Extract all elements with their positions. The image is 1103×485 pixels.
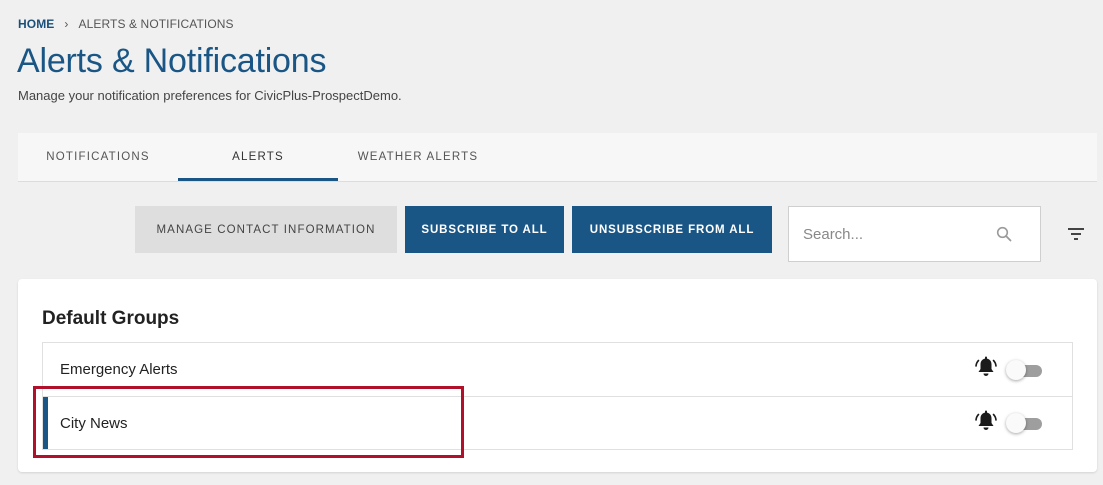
breadcrumb-current: ALERTS & NOTIFICATIONS	[78, 17, 234, 31]
group-label: Emergency Alerts	[60, 361, 178, 378]
filter-icon[interactable]	[1068, 227, 1084, 245]
row-controls	[974, 343, 1044, 396]
tab-alerts[interactable]: ALERTS	[178, 133, 338, 181]
tab-weather-alerts[interactable]: WEATHER ALERTS	[338, 133, 498, 181]
card-title: Default Groups	[42, 308, 180, 329]
group-row-emergency-alerts[interactable]: Emergency Alerts	[43, 343, 1072, 396]
emergency-alerts-toggle[interactable]	[1006, 359, 1044, 381]
city-news-toggle[interactable]	[1006, 412, 1044, 434]
page-title: Alerts & Notifications	[17, 42, 327, 80]
row-controls	[974, 397, 1044, 449]
default-groups-card: Default Groups Emergency Alerts City New…	[18, 279, 1097, 472]
group-list: Emergency Alerts City News	[42, 342, 1073, 450]
unsubscribe-from-all-button[interactable]: UNSUBSCRIBE FROM ALL	[572, 206, 772, 253]
manage-contact-information-button[interactable]: MANAGE CONTACT INFORMATION	[135, 206, 397, 253]
subscribe-to-all-button[interactable]: SUBSCRIBE TO ALL	[405, 206, 564, 253]
toggle-knob	[1006, 413, 1026, 433]
breadcrumb: HOME › ALERTS & NOTIFICATIONS	[18, 17, 234, 31]
breadcrumb-separator-icon: ›	[64, 17, 69, 31]
page-subtitle: Manage your notification preferences for…	[18, 88, 402, 103]
group-label: City News	[60, 414, 128, 432]
group-row-city-news[interactable]: City News	[43, 396, 1072, 449]
alerts-page: HOME › ALERTS & NOTIFICATIONS Alerts & N…	[0, 0, 1103, 485]
search-icon[interactable]	[996, 226, 1012, 247]
toggle-knob	[1006, 359, 1026, 380]
bell-alert-icon	[974, 356, 998, 383]
search-input[interactable]	[801, 224, 995, 244]
bell-alert-icon	[974, 410, 998, 437]
search-box	[788, 206, 1041, 262]
tab-notifications[interactable]: NOTIFICATIONS	[18, 133, 178, 181]
tab-bar: NOTIFICATIONS ALERTS WEATHER ALERTS	[18, 133, 1097, 182]
breadcrumb-home-link[interactable]: HOME	[18, 17, 54, 31]
